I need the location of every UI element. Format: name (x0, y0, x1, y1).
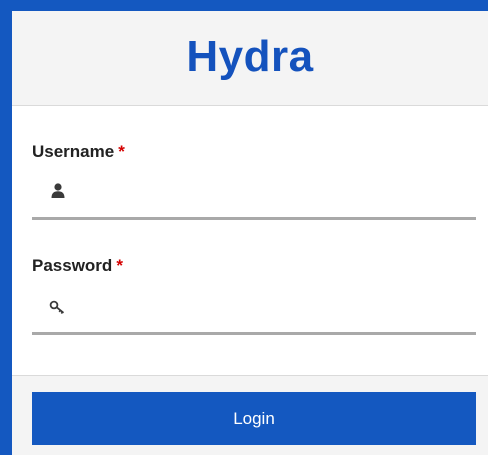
password-label-text: Password (32, 256, 113, 275)
login-header: Hydra (12, 11, 488, 106)
login-button[interactable]: Login (32, 392, 476, 445)
username-label-text: Username (32, 142, 115, 161)
username-label: Username * (32, 142, 125, 162)
key-icon (48, 298, 68, 318)
user-icon (48, 181, 68, 201)
page-background: Hydra Username * Password * Login (0, 0, 488, 455)
password-label: Password * (32, 256, 123, 276)
password-required-mark: * (116, 256, 123, 275)
username-required-mark: * (118, 142, 125, 161)
password-field[interactable] (32, 288, 476, 335)
login-form: Username * Password * (12, 106, 488, 376)
password-input[interactable] (80, 290, 474, 326)
login-footer: Login (12, 375, 488, 455)
login-card: Hydra Username * Password * Login (12, 11, 488, 455)
username-input[interactable] (80, 175, 474, 211)
app-title: Hydra (186, 32, 314, 81)
username-field[interactable] (32, 173, 476, 220)
